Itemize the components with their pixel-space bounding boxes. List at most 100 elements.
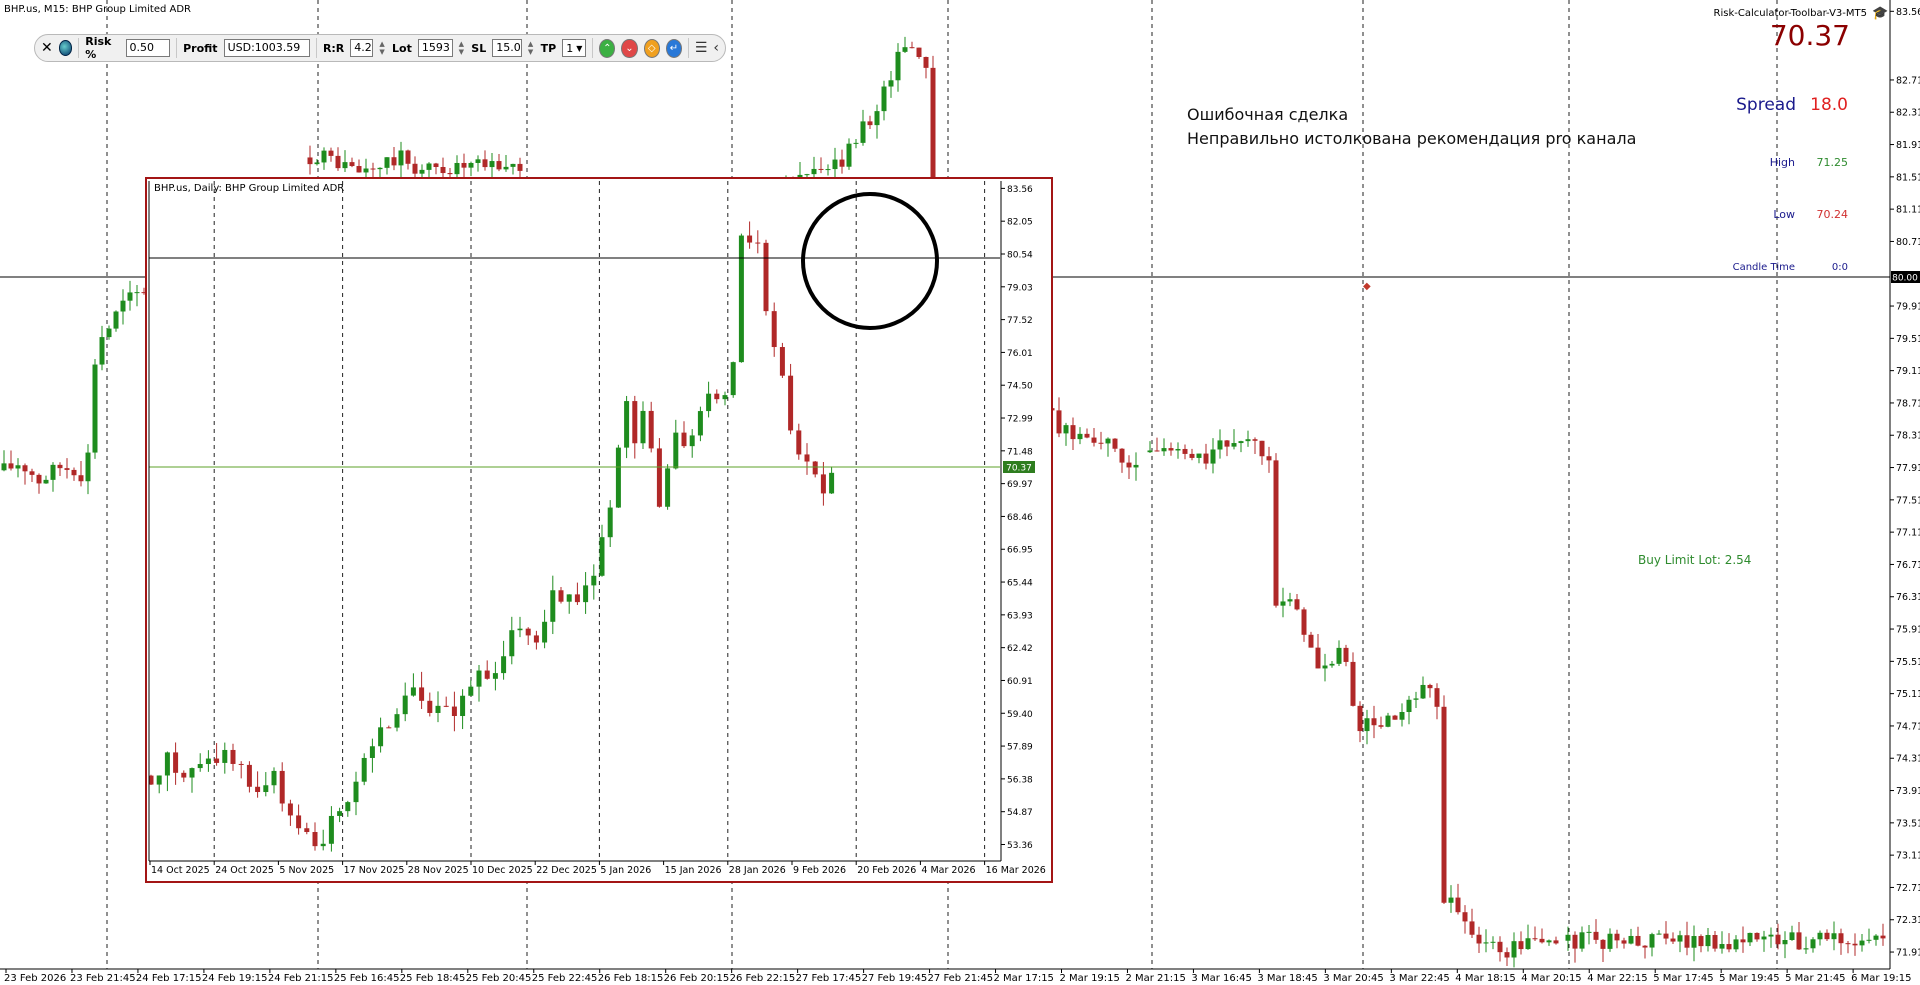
lot-spinner-icon[interactable]: ▲ ▼ bbox=[459, 40, 466, 56]
candle-body bbox=[1238, 441, 1244, 444]
candle-body bbox=[1175, 448, 1181, 451]
candle-body bbox=[496, 161, 502, 170]
candle bbox=[902, 36, 908, 54]
candle bbox=[1838, 928, 1844, 955]
y-tick-label: 78.31 bbox=[1896, 431, 1920, 442]
candle-body bbox=[1203, 453, 1209, 464]
y-tick-label: 81.11 bbox=[1896, 205, 1920, 216]
candle bbox=[1133, 452, 1139, 481]
candle bbox=[1280, 587, 1286, 618]
inset-y-tick-label: 69.97 bbox=[1007, 480, 1033, 490]
candle bbox=[1761, 930, 1767, 952]
confirm-button[interactable]: ↵ bbox=[665, 38, 682, 58]
x-tick-label: 5 Mar 19:45 bbox=[1719, 973, 1779, 984]
inset-x-tick-label: 15 Jan 2026 bbox=[665, 865, 722, 876]
candle-body bbox=[615, 447, 621, 508]
menu-icon[interactable]: ☰ bbox=[695, 40, 708, 56]
candle-body bbox=[681, 432, 687, 447]
candle-body bbox=[1497, 941, 1503, 953]
inset-y-tick-label: 82.05 bbox=[1007, 218, 1033, 228]
candle bbox=[1698, 934, 1704, 953]
candle bbox=[832, 147, 838, 179]
close-icon[interactable]: ✕ bbox=[41, 40, 53, 56]
candle-body bbox=[640, 410, 646, 444]
x-tick-label: 24 Feb 19:15 bbox=[202, 973, 268, 984]
candle-body bbox=[78, 475, 84, 482]
candle-body bbox=[1873, 935, 1879, 940]
candle bbox=[1553, 936, 1559, 945]
candle bbox=[1238, 440, 1244, 453]
candle bbox=[888, 71, 894, 98]
collapse-chevron-icon[interactable]: ‹ bbox=[713, 40, 719, 56]
rr-spinner-icon[interactable]: ▲ ▼ bbox=[379, 40, 386, 56]
candle-body bbox=[64, 468, 70, 470]
candle-body bbox=[1252, 439, 1258, 441]
candle bbox=[881, 80, 887, 121]
inset-daily-chart[interactable]: 83.56 82.05 80.54 79.03 77.52 76.01 74.50 72.99… bbox=[145, 177, 1053, 883]
candle-body bbox=[1845, 943, 1851, 945]
candle-body bbox=[468, 686, 474, 696]
candle bbox=[1614, 929, 1620, 949]
x-tick-label: 26 Feb 22:15 bbox=[730, 973, 796, 984]
rr-input[interactable]: 4.2 bbox=[350, 39, 374, 57]
candle bbox=[64, 458, 70, 479]
candle bbox=[1586, 924, 1592, 945]
y-tick-label: 76.31 bbox=[1896, 592, 1920, 603]
candle-body bbox=[1147, 450, 1153, 453]
candle bbox=[665, 464, 671, 510]
candle-body bbox=[771, 311, 777, 348]
toolbar-logo-icon[interactable] bbox=[58, 40, 73, 56]
candle-body bbox=[881, 86, 887, 112]
buy-arrow-button[interactable]: ⌃ bbox=[599, 38, 616, 58]
candle-body bbox=[1782, 940, 1788, 945]
candle-body bbox=[1803, 948, 1809, 950]
candle-body bbox=[384, 157, 390, 168]
candle-body bbox=[825, 169, 831, 171]
candle-body bbox=[492, 673, 498, 679]
candle bbox=[1217, 429, 1223, 459]
sl-input[interactable]: 15.0 bbox=[492, 39, 522, 57]
chart-window[interactable]: 83.56 82.71 82.31 81.91 81.51 81.11 80.71 79.91… bbox=[0, 0, 1920, 985]
inset-y-tick-label: 66.95 bbox=[1007, 546, 1033, 556]
y-tick-label: 74.71 bbox=[1896, 721, 1920, 732]
candle bbox=[391, 146, 397, 171]
candle bbox=[615, 444, 621, 508]
candle bbox=[1532, 926, 1538, 942]
candle bbox=[433, 162, 439, 175]
inset-y-tick-label: 83.56 bbox=[1007, 185, 1033, 195]
risk-input[interactable]: 0.50 bbox=[125, 39, 171, 57]
inset-x-tick-label: 22 Dec 2025 bbox=[536, 865, 597, 876]
candle bbox=[867, 115, 873, 129]
candle-body bbox=[22, 465, 28, 472]
sl-spinner-icon[interactable]: ▲ ▼ bbox=[528, 40, 535, 56]
candle-body bbox=[1168, 448, 1174, 451]
sell-arrow-button[interactable]: ⌄ bbox=[621, 38, 638, 58]
inset-y-tick-label: 74.50 bbox=[1007, 382, 1033, 392]
tp-select[interactable]: 1 ▼ bbox=[562, 39, 587, 57]
candle-body bbox=[1070, 425, 1076, 440]
candle bbox=[1322, 653, 1328, 682]
candle-body bbox=[451, 706, 457, 717]
candle-body bbox=[1280, 601, 1286, 606]
candle-body bbox=[214, 758, 220, 763]
candle bbox=[78, 461, 84, 487]
y-tick-label: 80.71 bbox=[1896, 237, 1920, 248]
candle bbox=[1476, 926, 1482, 954]
candle bbox=[1768, 927, 1774, 948]
pending-order-button[interactable]: ◇ bbox=[643, 38, 660, 58]
candle bbox=[1252, 437, 1258, 454]
lot-input[interactable]: 1593 bbox=[417, 39, 453, 57]
candle-body bbox=[369, 746, 375, 758]
candle bbox=[1287, 592, 1293, 607]
candle bbox=[57, 462, 63, 477]
candle bbox=[1719, 931, 1725, 954]
candle bbox=[1266, 446, 1272, 473]
candle bbox=[1119, 448, 1125, 473]
candle-body bbox=[1259, 440, 1265, 457]
x-tick-label: 4 Mar 22:15 bbox=[1587, 973, 1647, 984]
profit-input[interactable]: USD:1003.59 bbox=[223, 39, 311, 57]
y-tick-label: 77.11 bbox=[1896, 528, 1920, 539]
candle-body bbox=[1754, 932, 1760, 940]
candle-body bbox=[71, 469, 77, 476]
x-tick-label: 2 Mar 21:15 bbox=[1125, 973, 1185, 984]
